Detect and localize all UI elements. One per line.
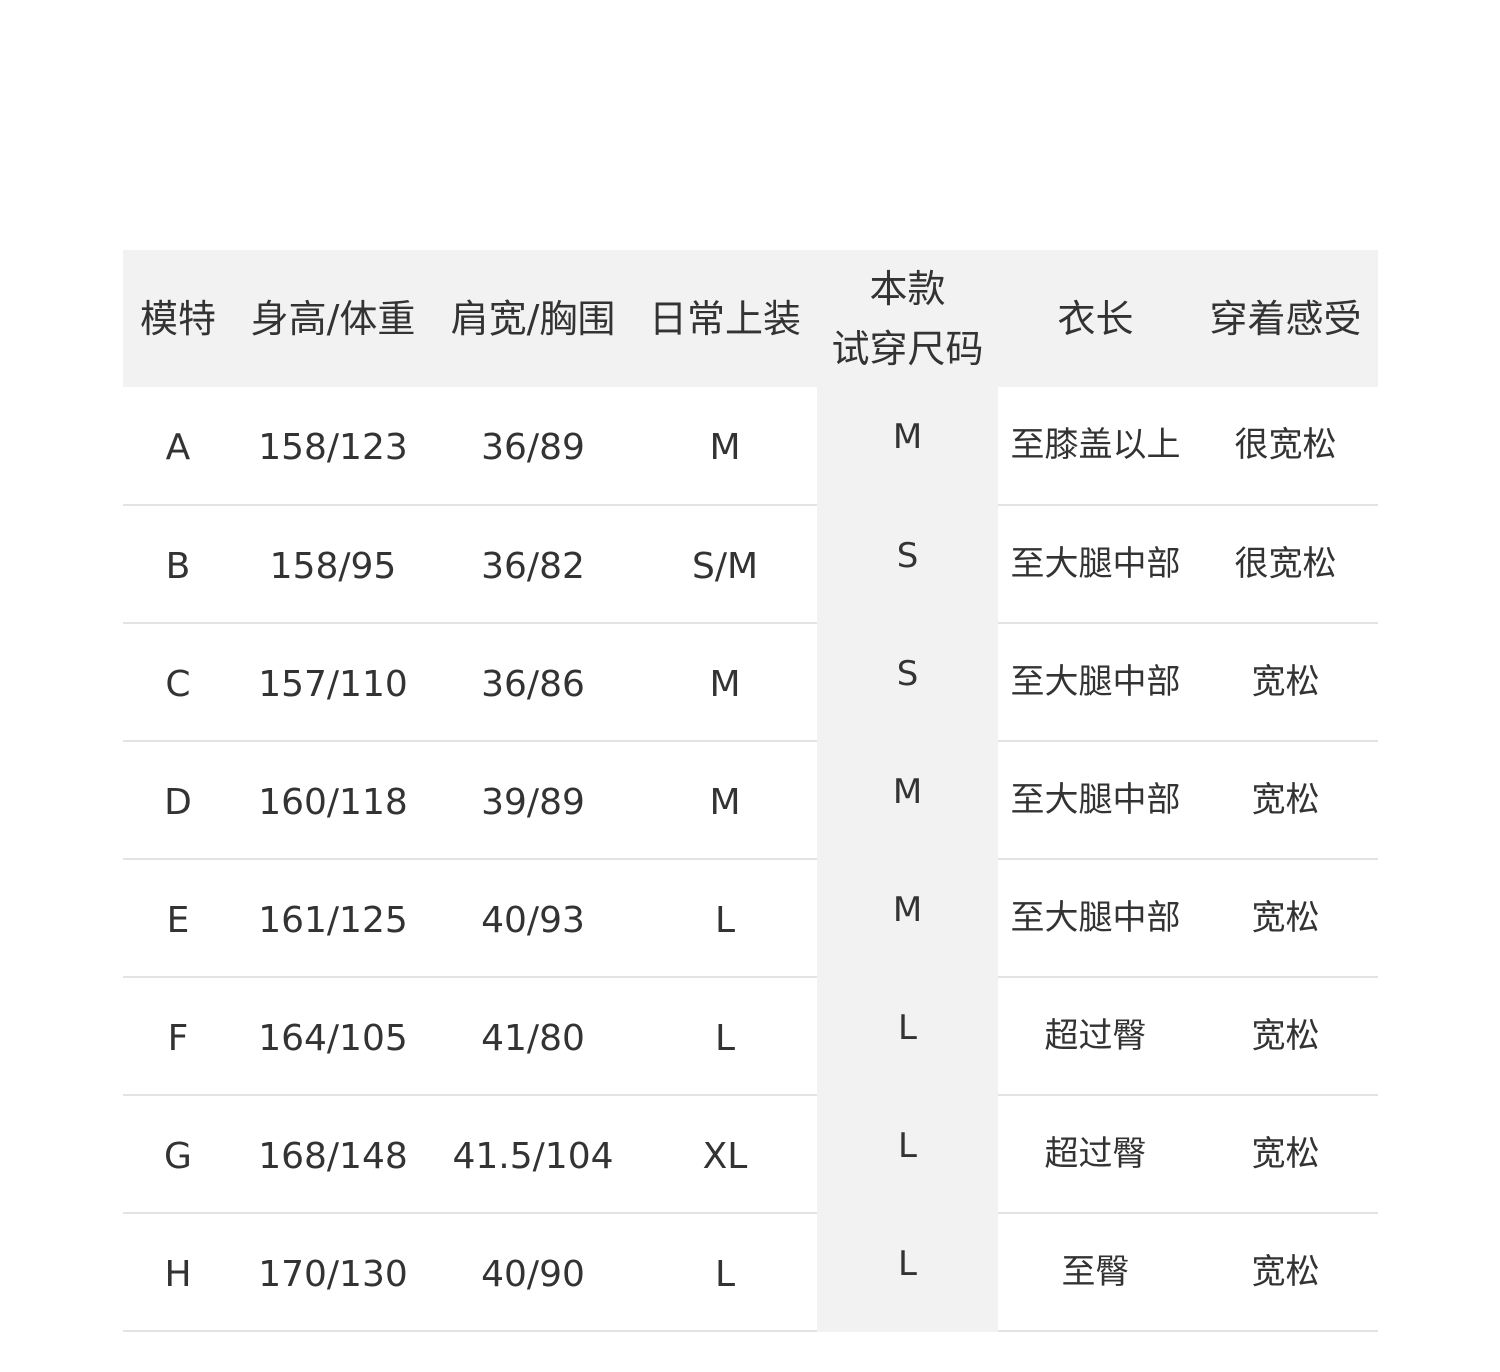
cell-shoulder-chest: 40/90: [433, 1213, 633, 1332]
header-feel: 穿着感受: [1193, 250, 1378, 387]
cell-try-size: S: [817, 505, 998, 624]
cell-height-weight: 157/110: [233, 623, 433, 742]
cell-try-size: L: [817, 1213, 998, 1332]
cell-shoulder-chest: 36/86: [433, 623, 633, 742]
cell-daily-size: L: [633, 859, 817, 978]
table-row: E 161/125 40/93 L M 至大腿中部 宽松: [123, 859, 1378, 978]
cell-feel: 很宽松: [1193, 387, 1378, 506]
header-height-weight: 身高/体重: [233, 250, 433, 387]
cell-daily-size: L: [633, 1213, 817, 1332]
cell-try-size: M: [817, 741, 998, 860]
header-try-size-line2: 试穿尺码: [831, 326, 984, 371]
cell-height-weight: 158/95: [233, 505, 433, 624]
cell-length: 至大腿中部: [998, 505, 1193, 624]
cell-height-weight: 160/118: [233, 741, 433, 860]
cell-daily-size: S/M: [633, 505, 817, 624]
cell-height-weight: 168/148: [233, 1095, 433, 1214]
size-fit-table: 模特 身高/体重 肩宽/胸围 日常上装 本款 试穿尺码 衣长 穿着感受 A 158…: [123, 250, 1378, 1332]
cell-model: C: [123, 623, 233, 742]
cell-try-size: S: [817, 623, 998, 742]
cell-daily-size: M: [633, 623, 817, 742]
cell-shoulder-chest: 36/89: [433, 387, 633, 506]
header-shoulder-chest: 肩宽/胸围: [433, 250, 633, 387]
cell-feel: 宽松: [1193, 623, 1378, 742]
table-row: C 157/110 36/86 M S 至大腿中部 宽松: [123, 623, 1378, 742]
header-try-size-line1: 本款: [869, 266, 946, 311]
cell-try-size: M: [817, 859, 998, 978]
header-try-size: 本款 试穿尺码: [817, 250, 998, 387]
cell-length: 至膝盖以上: [998, 387, 1193, 506]
cell-length: 至大腿中部: [998, 623, 1193, 742]
cell-model: F: [123, 977, 233, 1096]
header-row: 模特 身高/体重 肩宽/胸围 日常上装 本款 试穿尺码 衣长 穿着感受: [123, 250, 1378, 387]
header-model: 模特: [123, 250, 233, 387]
cell-daily-size: XL: [633, 1095, 817, 1214]
cell-feel: 宽松: [1193, 1095, 1378, 1214]
cell-shoulder-chest: 41.5/104: [433, 1095, 633, 1214]
cell-shoulder-chest: 36/82: [433, 505, 633, 624]
cell-feel: 宽松: [1193, 977, 1378, 1096]
cell-length: 至臀: [998, 1213, 1193, 1332]
header-length: 衣长: [998, 250, 1193, 387]
cell-feel: 宽松: [1193, 741, 1378, 860]
cell-try-size: L: [817, 1095, 998, 1214]
cell-height-weight: 164/105: [233, 977, 433, 1096]
cell-feel: 很宽松: [1193, 505, 1378, 624]
table-row: H 170/130 40/90 L L 至臀 宽松: [123, 1213, 1378, 1332]
cell-daily-size: L: [633, 977, 817, 1096]
cell-model: H: [123, 1213, 233, 1332]
cell-try-size: L: [817, 977, 998, 1096]
cell-model: E: [123, 859, 233, 978]
header-daily-size: 日常上装: [633, 250, 817, 387]
cell-height-weight: 158/123: [233, 387, 433, 506]
cell-try-size: M: [817, 387, 998, 506]
cell-feel: 宽松: [1193, 1213, 1378, 1332]
table-row: A 158/123 36/89 M M 至膝盖以上 很宽松: [123, 387, 1378, 506]
cell-height-weight: 161/125: [233, 859, 433, 978]
cell-height-weight: 170/130: [233, 1213, 433, 1332]
cell-feel: 宽松: [1193, 859, 1378, 978]
table-row: D 160/118 39/89 M M 至大腿中部 宽松: [123, 741, 1378, 860]
table-row: B 158/95 36/82 S/M S 至大腿中部 很宽松: [123, 505, 1378, 624]
cell-length: 至大腿中部: [998, 741, 1193, 860]
cell-length: 超过臀: [998, 977, 1193, 1096]
cell-model: D: [123, 741, 233, 860]
cell-model: A: [123, 387, 233, 506]
cell-length: 超过臀: [998, 1095, 1193, 1214]
cell-model: G: [123, 1095, 233, 1214]
cell-shoulder-chest: 40/93: [433, 859, 633, 978]
table-row: G 168/148 41.5/104 XL L 超过臀 宽松: [123, 1095, 1378, 1214]
cell-daily-size: M: [633, 741, 817, 860]
table-row: F 164/105 41/80 L L 超过臀 宽松: [123, 977, 1378, 1096]
cell-model: B: [123, 505, 233, 624]
cell-shoulder-chest: 41/80: [433, 977, 633, 1096]
cell-length: 至大腿中部: [998, 859, 1193, 978]
cell-shoulder-chest: 39/89: [433, 741, 633, 860]
table-header: 模特 身高/体重 肩宽/胸围 日常上装 本款 试穿尺码 衣长 穿着感受: [123, 250, 1378, 387]
table-body: A 158/123 36/89 M M 至膝盖以上 很宽松 B 158/95 36/82 S/M S 至…: [123, 387, 1378, 1332]
cell-daily-size: M: [633, 387, 817, 506]
